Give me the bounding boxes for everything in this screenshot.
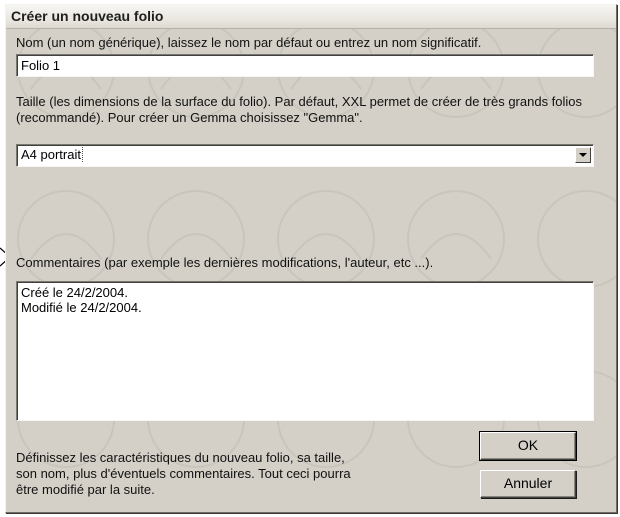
size-label: Taille (les dimensions de la surface du … [16,94,583,125]
name-label: Nom (un nom générique), laissez le nom p… [16,35,482,50]
dialog-window: Créer un nouveau folio Nom (un nom génér… [5,4,617,513]
size-select-value: A4 portrait [21,147,83,162]
name-input[interactable] [16,54,594,77]
chevron-down-icon[interactable] [575,147,591,163]
dialog-content: Nom (un nom générique), laissez le nom p… [6,29,616,512]
comments-textarea[interactable] [16,281,594,421]
footer-help-text: Définissez les caractéristiques du nouve… [16,450,351,497]
window-title: Créer un nouveau folio [11,8,164,24]
cancel-button[interactable]: Annuler [480,470,576,498]
comments-label: Commentaires (par exemple les dernières … [16,255,434,270]
ok-button[interactable]: OK [479,431,577,461]
title-bar[interactable]: Créer un nouveau folio [6,5,616,29]
size-select[interactable]: A4 portrait [16,144,594,167]
